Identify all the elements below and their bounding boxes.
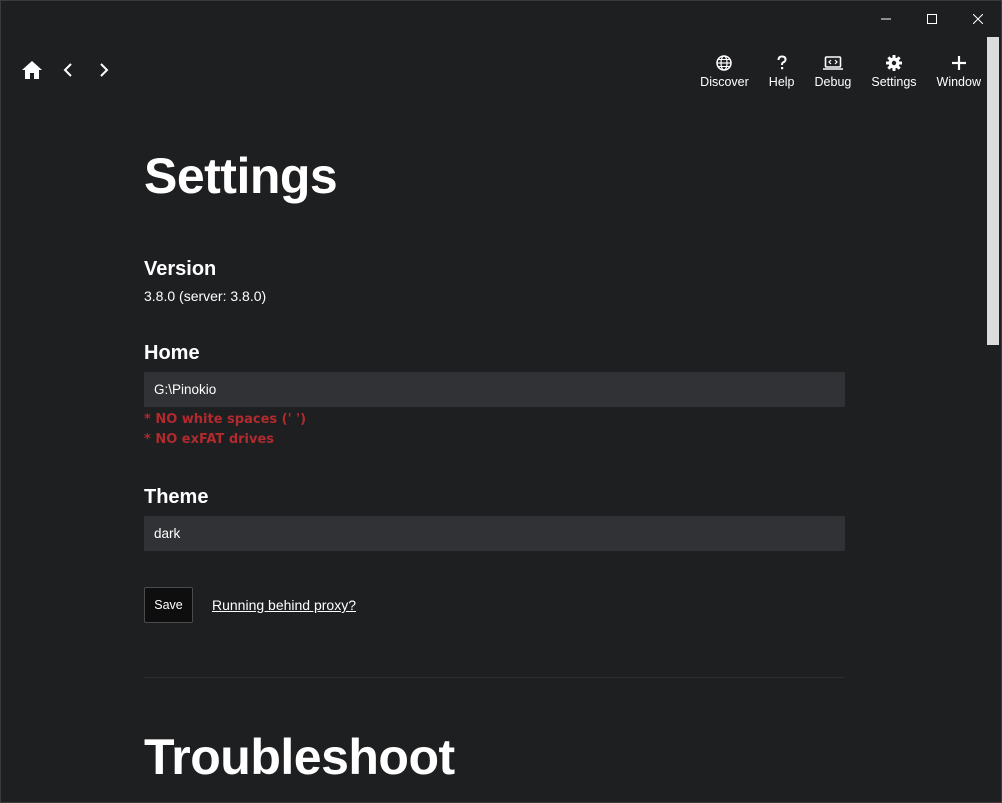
debug-icon: [822, 56, 843, 70]
app-window: Discover Help Debug Settings Window Sett…: [0, 0, 1002, 803]
nav-window-label: Window: [936, 75, 981, 89]
theme-select[interactable]: dark: [144, 516, 845, 551]
section-divider: [144, 677, 845, 678]
close-button[interactable]: [955, 1, 1001, 37]
maximize-icon: [927, 14, 937, 24]
nav-discover[interactable]: Discover: [700, 53, 749, 89]
close-icon: [973, 14, 983, 24]
nav-discover-label: Discover: [700, 75, 749, 89]
actions-row: Save Running behind proxy?: [144, 587, 845, 623]
back-button[interactable]: [55, 57, 81, 83]
chevron-left-icon: [63, 63, 72, 77]
save-button[interactable]: Save: [144, 587, 193, 623]
chevron-right-icon: [100, 63, 109, 77]
gear-icon: [885, 55, 902, 71]
vertical-scrollbar[interactable]: [986, 37, 1000, 802]
home-path-input[interactable]: G:\Pinokio: [144, 372, 845, 407]
home-warnings: * NO white spaces (' ') * NO exFAT drive…: [144, 410, 845, 450]
minimize-icon: [881, 18, 891, 20]
nav-settings-label: Settings: [871, 75, 917, 89]
question-icon: [777, 55, 787, 70]
home-icon: [22, 61, 42, 79]
plus-icon: [951, 56, 966, 70]
home-section: Home G:\Pinokio * NO white spaces (' ') …: [144, 342, 845, 450]
nav-debug-label: Debug: [814, 75, 852, 89]
version-section: Version 3.8.0 (server: 3.8.0): [144, 258, 845, 304]
nav-help[interactable]: Help: [769, 53, 795, 89]
version-label: Version: [144, 258, 217, 280]
nav-help-label: Help: [768, 75, 795, 89]
nav-settings[interactable]: Settings: [871, 53, 917, 89]
window-controls: [863, 1, 1001, 37]
version-value: 3.8.0 (server: 3.8.0): [144, 288, 267, 304]
settings-content: Settings Version 3.8.0 (server: 3.8.0) H…: [144, 151, 845, 623]
theme-label: Theme: [144, 486, 209, 508]
proxy-link[interactable]: Running behind proxy?: [212, 597, 356, 613]
maximize-button[interactable]: [909, 1, 955, 37]
nav-right: Discover Help Debug Settings Window: [680, 53, 981, 89]
warning-no-exfat: * NO exFAT drives: [144, 432, 275, 447]
home-label: Home: [144, 342, 200, 364]
nav-debug[interactable]: Debug: [814, 53, 852, 89]
globe-icon: [716, 55, 733, 71]
home-button[interactable]: [19, 57, 45, 83]
scrollbar-thumb[interactable]: [987, 37, 999, 345]
theme-section: Theme dark: [144, 486, 845, 551]
troubleshoot-title: Troubleshoot: [144, 729, 455, 785]
nav-window[interactable]: Window: [937, 53, 981, 89]
page-title: Settings: [144, 148, 338, 204]
forward-button[interactable]: [91, 57, 117, 83]
nav-left: [19, 57, 117, 83]
warning-no-white-spaces: * NO white spaces (' '): [144, 412, 307, 427]
minimize-button[interactable]: [863, 1, 909, 37]
